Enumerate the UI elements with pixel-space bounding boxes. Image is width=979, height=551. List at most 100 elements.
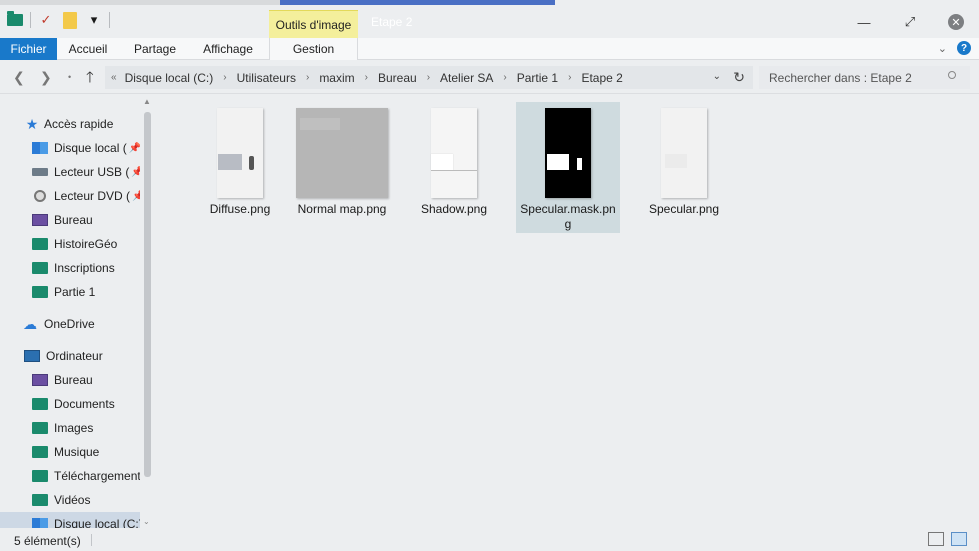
help-icon[interactable]: ? bbox=[957, 41, 971, 55]
sidebar-item-ordinateur[interactable]: Ordinateur bbox=[24, 344, 155, 368]
details-view-icon[interactable] bbox=[928, 532, 944, 546]
address-history-chevron-icon[interactable]: ⌄ bbox=[713, 71, 721, 82]
title-bar: ✓ ▾ Outils d'image Etape 2 — ⤢ ✕ bbox=[0, 0, 979, 38]
sidebar-item-label: Bureau bbox=[54, 213, 93, 227]
dvd-drive-icon bbox=[34, 190, 46, 202]
folder-icon[interactable] bbox=[6, 11, 24, 28]
sidebar-item-histoiregeo[interactable]: HistoireGéo bbox=[32, 232, 155, 256]
item-count: 5 élément(s) bbox=[14, 534, 81, 548]
refresh-icon[interactable]: ↻ bbox=[733, 69, 745, 86]
customize-toolbar-chevron-icon[interactable]: ▾ bbox=[85, 12, 103, 28]
sidebar-item-onedrive[interactable]: ☁ OneDrive bbox=[22, 312, 155, 336]
breadcrumb[interactable]: « Disque local (C:) › Utilisateurs › max… bbox=[105, 66, 753, 89]
scroll-up-icon[interactable]: ▲ bbox=[143, 97, 151, 106]
sidebar-scrollbar[interactable]: ▲ ⌄ bbox=[140, 95, 155, 528]
sidebar-item-label: Documents bbox=[54, 397, 115, 411]
sidebar-item-disque-local-c[interactable]: Disque local (C:) bbox=[0, 512, 143, 528]
file-thumbnail bbox=[188, 105, 292, 201]
new-folder-icon[interactable] bbox=[61, 11, 79, 29]
sidebar-scrollbar-thumb[interactable] bbox=[144, 112, 151, 477]
sidebar-item-inscriptions[interactable]: Inscriptions bbox=[32, 256, 155, 280]
tab-fichier[interactable]: Fichier bbox=[0, 38, 57, 60]
breadcrumb-item[interactable]: Atelier SA bbox=[440, 71, 493, 85]
breadcrumb-separator-icon[interactable]: › bbox=[427, 72, 430, 83]
star-icon: ★ bbox=[25, 115, 39, 132]
desktop-icon bbox=[32, 214, 48, 226]
expand-ribbon-chevron-icon[interactable]: ⌄ bbox=[938, 42, 947, 55]
forward-button[interactable]: ❯ bbox=[40, 69, 52, 86]
up-button[interactable]: 🡑 bbox=[86, 67, 94, 92]
sidebar-item-musique[interactable]: Musique bbox=[32, 440, 155, 464]
overflow-chevron-icon[interactable]: « bbox=[111, 72, 117, 83]
sidebar-item-videos[interactable]: Vidéos bbox=[32, 488, 155, 512]
navigation-pane: ★ Accès rapide Disque local ( 📌 Lecteur … bbox=[0, 95, 155, 528]
folder-icon bbox=[32, 398, 48, 410]
sidebar-item-acces-rapide[interactable]: ★ Accès rapide bbox=[24, 112, 155, 136]
sidebar-item-label: Musique bbox=[54, 445, 100, 459]
tab-gestion[interactable]: Gestion bbox=[269, 38, 358, 60]
tab-accueil[interactable]: Accueil bbox=[57, 38, 119, 60]
sidebar-item-telechargement[interactable]: Téléchargement bbox=[32, 464, 155, 488]
close-button[interactable]: ✕ bbox=[933, 8, 979, 36]
breadcrumb-item[interactable]: Etape 2 bbox=[581, 71, 622, 85]
usb-drive-icon bbox=[32, 168, 48, 176]
folder-icon bbox=[32, 470, 48, 482]
sidebar-item-bureau[interactable]: Bureau bbox=[32, 368, 155, 392]
sidebar-item-images[interactable]: Images bbox=[32, 416, 155, 440]
breadcrumb-separator-icon[interactable]: › bbox=[365, 72, 368, 83]
tab-partage[interactable]: Partage bbox=[125, 38, 185, 60]
file-name: Specular.png bbox=[648, 202, 720, 216]
sidebar-item-documents[interactable]: Documents bbox=[32, 392, 155, 416]
search-input[interactable]: Rechercher dans : Etape 2 bbox=[759, 66, 970, 89]
folder-icon bbox=[32, 422, 48, 434]
scroll-down-icon[interactable]: ⌄ bbox=[143, 517, 150, 526]
windows-drive-icon bbox=[32, 142, 48, 154]
sidebar-item-lecteur-usb[interactable]: Lecteur USB ( 📌 bbox=[32, 160, 155, 184]
folder-icon bbox=[32, 262, 48, 274]
minimize-button[interactable]: — bbox=[841, 8, 887, 36]
recent-locations-chevron-icon[interactable]: • bbox=[68, 72, 71, 82]
quick-access-toolbar: ✓ ▾ bbox=[6, 11, 110, 29]
breadcrumb-item[interactable]: Disque local (C:) bbox=[125, 71, 214, 85]
close-icon: ✕ bbox=[948, 14, 964, 30]
file-name: Diffuse.png bbox=[209, 202, 271, 216]
search-placeholder: Rechercher dans : Etape 2 bbox=[769, 70, 912, 85]
sidebar-item-label: HistoireGéo bbox=[54, 237, 118, 251]
breadcrumb-separator-icon[interactable]: › bbox=[503, 72, 506, 83]
folder-icon bbox=[32, 446, 48, 458]
breadcrumb-item[interactable]: Partie 1 bbox=[517, 71, 558, 85]
breadcrumb-item[interactable]: maxim bbox=[319, 71, 354, 85]
file-thumbnail bbox=[632, 105, 736, 201]
file-name: Shadow.png bbox=[420, 202, 488, 216]
breadcrumb-separator-icon[interactable]: › bbox=[568, 72, 571, 83]
file-view: Diffuse.png Normal map.png Shadow.png Sp… bbox=[157, 95, 963, 528]
breadcrumb-item[interactable]: Bureau bbox=[378, 71, 417, 85]
content-scrollbar[interactable] bbox=[963, 95, 979, 528]
computer-icon bbox=[24, 350, 40, 362]
file-thumbnail bbox=[290, 105, 394, 201]
sidebar-item-label: Partie 1 bbox=[54, 285, 96, 299]
sidebar-item-label: Inscriptions bbox=[54, 261, 115, 275]
large-icons-view-icon[interactable] bbox=[951, 532, 967, 546]
restore-button[interactable]: ⤢ bbox=[887, 8, 933, 36]
address-bar: ❮ ❯ • 🡑 « Disque local (C:) › Utilisateu… bbox=[0, 61, 979, 94]
properties-icon[interactable]: ✓ bbox=[37, 12, 55, 28]
sidebar-item-bureau-quick[interactable]: Bureau bbox=[32, 208, 155, 232]
breadcrumb-item[interactable]: Utilisateurs bbox=[237, 71, 296, 85]
file-item-normal-map[interactable]: Normal map.png bbox=[290, 102, 394, 233]
search-icon bbox=[948, 71, 956, 79]
file-item-specular[interactable]: Specular.png bbox=[632, 102, 736, 233]
sidebar-item-partie-1[interactable]: Partie 1 bbox=[32, 280, 155, 304]
file-item-specular-mask[interactable]: Specular.mask.png bbox=[516, 102, 620, 233]
file-item-diffuse[interactable]: Diffuse.png bbox=[188, 102, 292, 233]
ribbon-tabs: Fichier Accueil Partage Affichage Gestio… bbox=[0, 38, 979, 60]
breadcrumb-separator-icon[interactable]: › bbox=[223, 72, 226, 83]
back-button[interactable]: ❮ bbox=[13, 69, 25, 86]
file-item-shadow[interactable]: Shadow.png bbox=[402, 102, 506, 233]
breadcrumb-separator-icon[interactable]: › bbox=[306, 72, 309, 83]
folder-icon bbox=[32, 494, 48, 506]
sidebar-item-label: Vidéos bbox=[54, 493, 91, 507]
sidebar-item-lecteur-dvd[interactable]: Lecteur DVD ( 📌 bbox=[32, 184, 155, 208]
sidebar-item-disque-local-pinned[interactable]: Disque local ( 📌 bbox=[32, 136, 155, 160]
tab-affichage[interactable]: Affichage bbox=[192, 38, 264, 60]
